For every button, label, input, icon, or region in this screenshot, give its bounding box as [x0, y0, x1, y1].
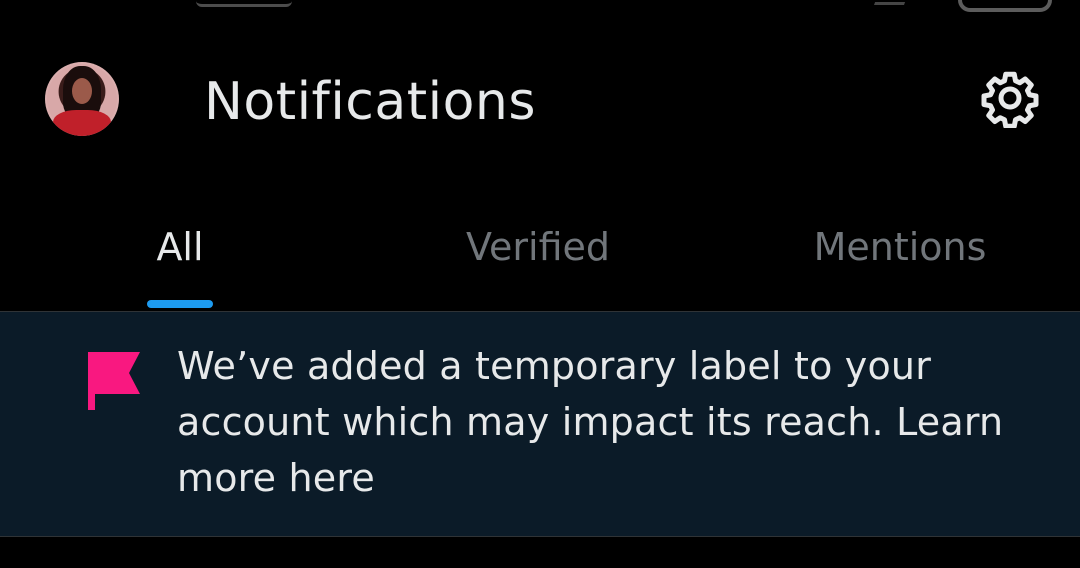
account-label-notice[interactable]: We’ve added a temporary label to your ac…	[0, 312, 1080, 537]
avatar[interactable]	[45, 62, 119, 136]
tab-verified[interactable]: Verified	[430, 210, 646, 312]
page-title: Notifications	[204, 72, 536, 132]
gear-icon	[981, 71, 1039, 128]
tab-label: All	[156, 225, 204, 269]
settings-button[interactable]	[978, 66, 1042, 130]
status-bar-clock-remnant	[196, 0, 292, 7]
notice-text[interactable]: We’ve added a temporary label to your ac…	[177, 338, 1037, 506]
flag-icon	[88, 352, 140, 410]
active-tab-indicator	[147, 300, 213, 308]
notification-tabs: All Verified Mentions	[0, 210, 1080, 312]
status-bar-signal-icon	[873, 0, 909, 5]
notifications-screen: Notifications All Verified Mentions We’v…	[0, 0, 1080, 568]
tab-label: Verified	[465, 225, 611, 269]
status-bar-battery-icon	[958, 0, 1052, 12]
tab-mentions[interactable]: Mentions	[790, 210, 1010, 312]
tab-label: Mentions	[813, 225, 987, 269]
tab-all[interactable]: All	[110, 210, 250, 312]
